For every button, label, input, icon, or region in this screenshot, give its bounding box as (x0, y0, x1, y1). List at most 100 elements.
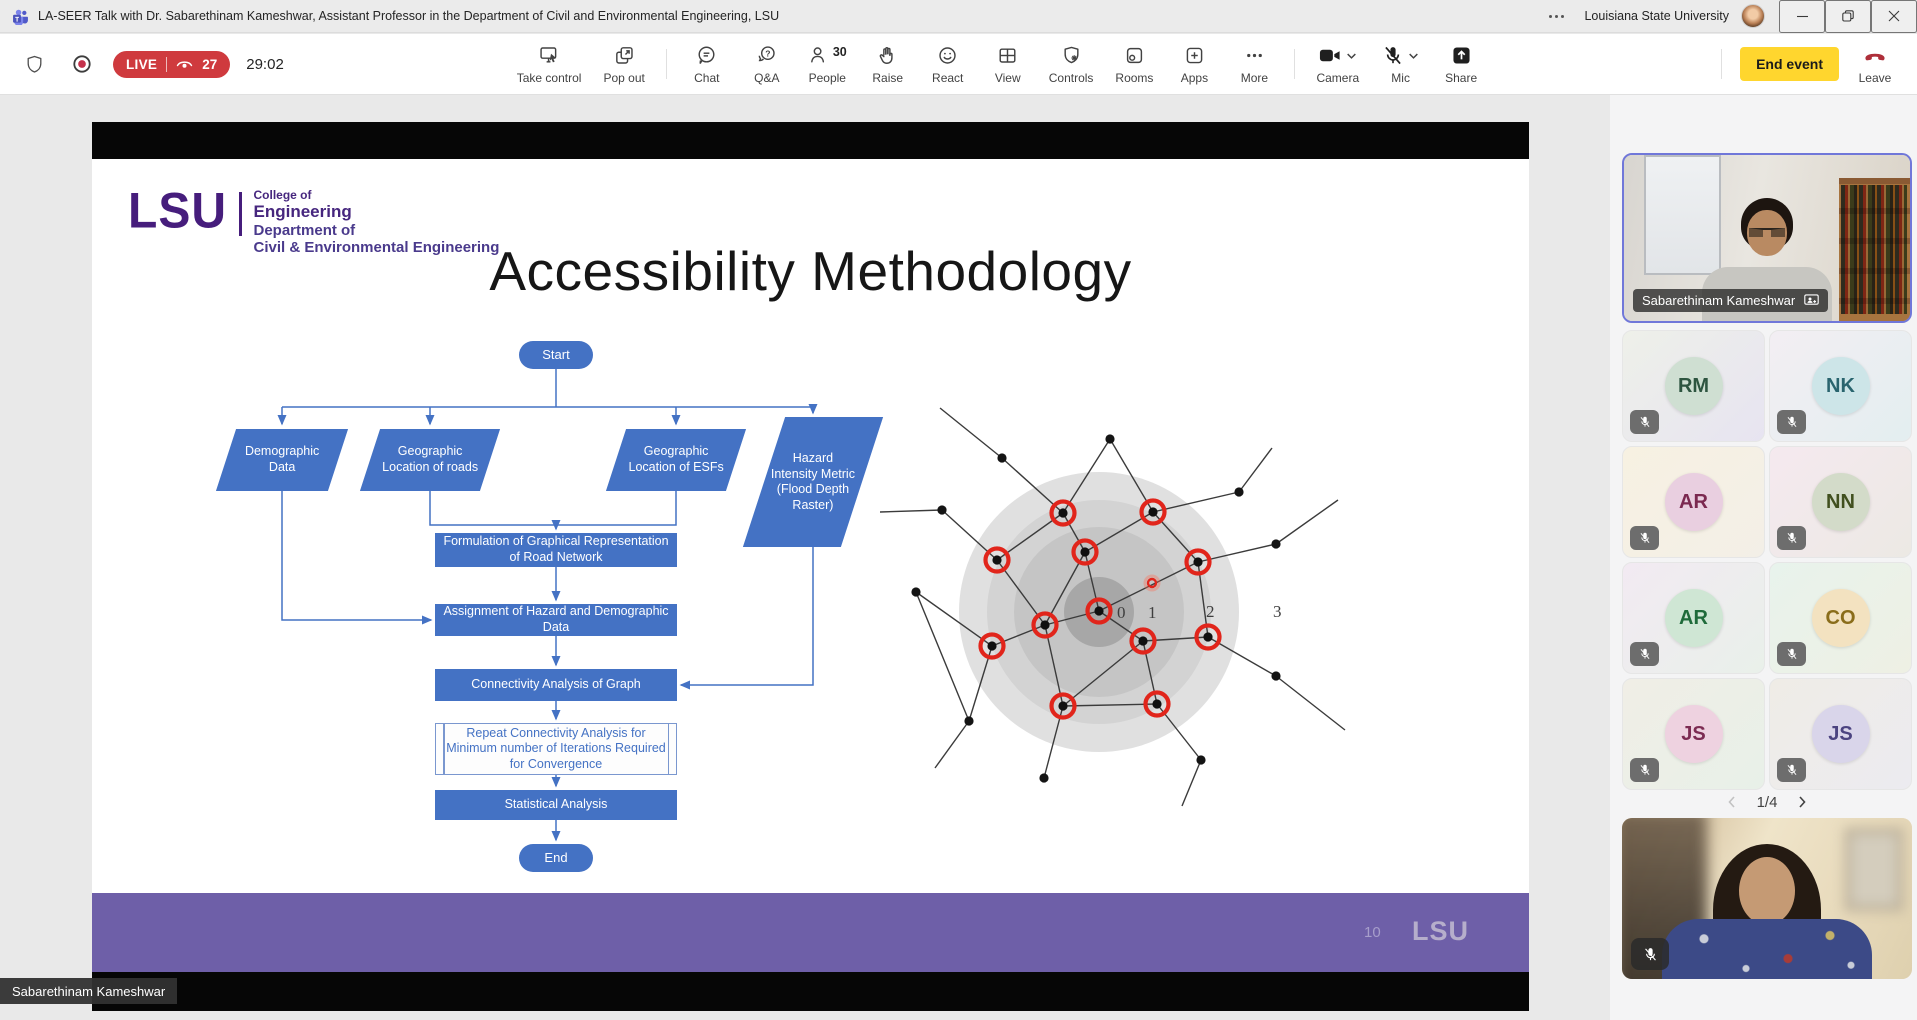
titlebar-right: Louisiana State University (1549, 0, 1917, 32)
share-screen-icon (1450, 44, 1473, 67)
viewers-eye-icon (176, 58, 193, 71)
participant-tile[interactable]: RM (1622, 330, 1765, 442)
methodology-flowchart: Start Demographic Data Geographic Locati… (212, 329, 912, 889)
apps-plus-icon (1183, 44, 1206, 67)
participant-tile[interactable]: AR (1622, 562, 1765, 674)
svg-text:1: 1 (1148, 603, 1157, 622)
attendee-video[interactable] (1622, 818, 1912, 979)
mic-muted-badge (1777, 642, 1806, 666)
avatar: JS (1665, 705, 1723, 763)
flow-step-statistical: Statistical Analysis (435, 790, 677, 820)
live-label: LIVE (126, 57, 157, 72)
people-button[interactable]: 30 People (799, 36, 856, 92)
participant-tile[interactable]: JS (1769, 678, 1912, 790)
meeting-timer: 29:02 (246, 56, 284, 73)
logo-dept-top: Department of (254, 223, 500, 240)
take-control-icon (538, 44, 561, 67)
lsu-wordmark: LSU (128, 188, 227, 235)
mic-muted-badge (1630, 410, 1659, 434)
window-title: LA-SEER Talk with Dr. Sabarethinam Kames… (38, 9, 779, 23)
account-avatar[interactable] (1741, 4, 1765, 28)
participant-tile[interactable]: NK (1769, 330, 1912, 442)
logo-college-top: College of (254, 189, 500, 202)
toolbar-right: End event Leave (1713, 36, 1917, 92)
slide-title: Accessibility Methodology (92, 239, 1529, 303)
camera-button[interactable]: Camera (1307, 36, 1368, 92)
avatar: NN (1812, 473, 1870, 531)
pager-next-button[interactable] (1793, 793, 1811, 811)
maximize-button[interactable] (1825, 0, 1871, 33)
title-bar: LA-SEER Talk with Dr. Sabarethinam Kames… (0, 0, 1917, 33)
take-control-button[interactable]: Take control (508, 36, 591, 92)
logo-divider (239, 192, 242, 236)
flow-input-demographic: Demographic Data (216, 429, 348, 491)
close-button[interactable] (1871, 0, 1917, 33)
mic-muted-badge (1630, 758, 1659, 782)
active-speaker-video[interactable]: Sabarethinam Kameshwar (1622, 153, 1912, 323)
participant-tile[interactable]: JS (1622, 678, 1765, 790)
svg-text:3: 3 (1273, 602, 1282, 621)
pop-out-button[interactable]: Pop out (594, 36, 653, 92)
toolbar-separator (1294, 49, 1295, 79)
leave-button[interactable]: Leave (1849, 36, 1901, 92)
flow-input-roads: Geographic Location of roads (360, 429, 500, 491)
presentation-slide: LSU College of Engineering Department of… (92, 159, 1529, 893)
record-icon (71, 53, 93, 75)
more-ellipsis-icon (1243, 44, 1266, 67)
minimize-button[interactable] (1779, 0, 1825, 33)
restore-icon (1842, 10, 1854, 22)
slide-footer-logo: LSU (1412, 916, 1469, 947)
view-grid-icon (996, 44, 1019, 67)
qa-icon: ? (755, 44, 778, 67)
toolbar-left: LIVE 27 29:02 (0, 47, 284, 81)
controls-button[interactable]: Controls (1040, 36, 1103, 92)
participant-tile[interactable]: AR (1622, 446, 1765, 558)
qa-button[interactable]: ? Q&A (739, 36, 795, 92)
security-shield-button[interactable] (18, 48, 51, 81)
react-smiley-icon (936, 44, 959, 67)
slide-letterbox-bottom (92, 972, 1529, 1011)
mic-muted-badge (1631, 938, 1669, 970)
network-rings-diagram: 0 1 2 3 (880, 400, 1360, 810)
avatar: NK (1812, 357, 1870, 415)
end-event-button[interactable]: End event (1740, 47, 1839, 81)
share-button[interactable]: Share (1433, 36, 1489, 92)
flow-step-connectivity: Connectivity Analysis of Graph (435, 669, 677, 701)
slide-letterbox-top (92, 122, 1529, 159)
chevron-right-icon (1795, 795, 1809, 809)
pager-prev-button[interactable] (1723, 793, 1741, 811)
teams-window: LA-SEER Talk with Dr. Sabarethinam Kames… (0, 0, 1917, 1020)
svg-text:2: 2 (1206, 602, 1215, 621)
titlebar-overflow-icon[interactable] (1549, 15, 1564, 18)
flow-step-formulation: Formulation of Graphical Representation … (435, 533, 677, 567)
apps-button[interactable]: Apps (1166, 36, 1222, 92)
participant-tile[interactable]: CO (1769, 562, 1912, 674)
speaker-name-label: Sabarethinam Kameshwar (1633, 289, 1828, 312)
recording-indicator[interactable] (65, 47, 99, 81)
viewer-count: 27 (202, 57, 217, 72)
presenter-name-tag: Sabarethinam Kameshwar (0, 978, 177, 1004)
flow-input-esfs: Geographic Location of ESFs (606, 429, 746, 491)
raise-hand-button[interactable]: Raise (860, 36, 916, 92)
avatar: CO (1812, 589, 1870, 647)
logo-college-bottom: Engineering (254, 202, 500, 221)
view-button[interactable]: View (980, 36, 1036, 92)
shield-icon (24, 54, 45, 75)
rooms-button[interactable]: Rooms (1106, 36, 1162, 92)
react-button[interactable]: React (920, 36, 976, 92)
avatar: AR (1665, 473, 1723, 531)
mic-chevron-icon[interactable] (1407, 44, 1420, 67)
pop-out-icon (613, 44, 636, 67)
participant-tile[interactable]: NN (1769, 446, 1912, 558)
mic-button[interactable]: Mic (1372, 36, 1429, 92)
flow-end: End (519, 844, 593, 872)
camera-chevron-icon[interactable] (1345, 44, 1358, 67)
toolbar-separator (666, 49, 667, 79)
leave-call-icon (1862, 44, 1888, 67)
svg-text:?: ? (766, 48, 771, 58)
more-button[interactable]: More (1226, 36, 1282, 92)
chat-button[interactable]: Chat (679, 36, 735, 92)
mic-muted-badge (1777, 526, 1806, 550)
close-icon (1888, 10, 1900, 22)
slide-footer-bar: 10 LSU (92, 893, 1529, 972)
